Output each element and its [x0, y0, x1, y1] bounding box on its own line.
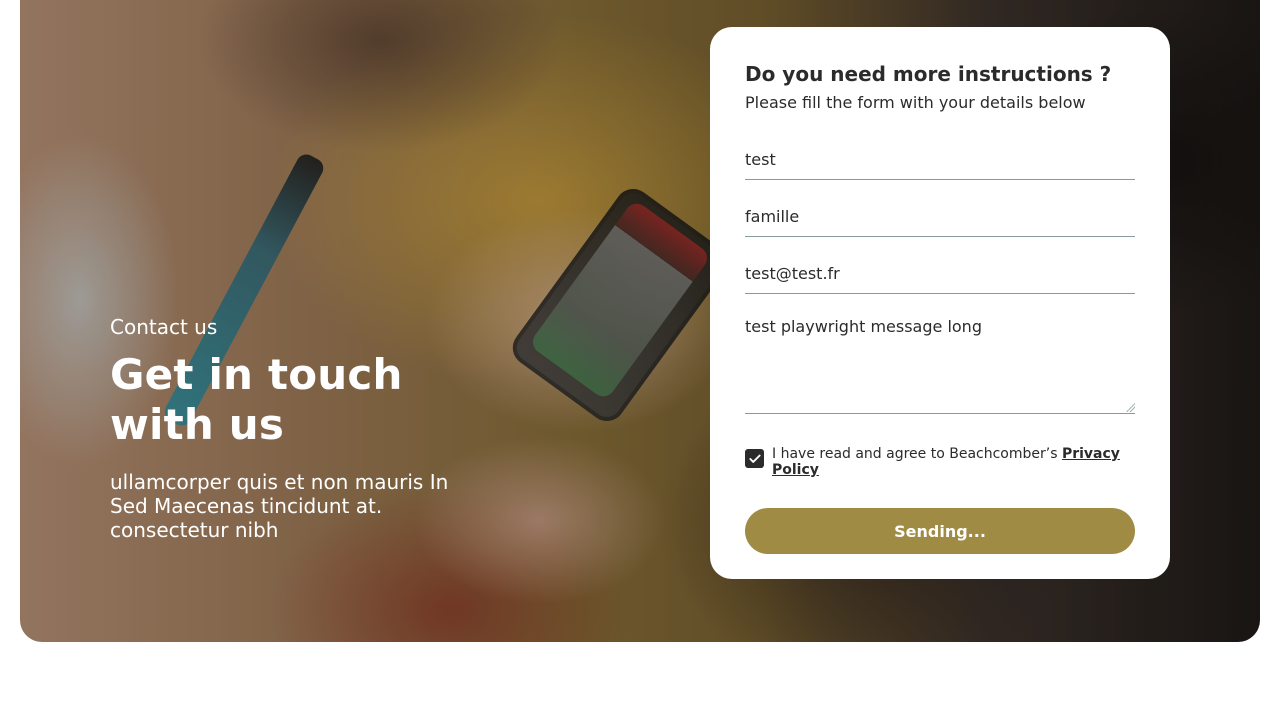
privacy-consent-prefix: I have read and agree to Beachcomber’s: [772, 446, 1062, 462]
hero-kicker: Contact us: [110, 315, 218, 339]
textarea-resize-grip-icon[interactable]: [1125, 402, 1135, 412]
form-title: Do you need more instructions ?: [745, 62, 1112, 86]
privacy-consent-row: I have read and agree to Beachcomber’s P…: [745, 446, 1135, 478]
check-icon: [748, 452, 762, 466]
contact-form-card: Do you need more instructions ? Please f…: [710, 27, 1170, 579]
last-name-field: [745, 196, 1135, 237]
privacy-consent-checkbox[interactable]: [745, 449, 764, 468]
message-textarea[interactable]: [745, 310, 1135, 413]
email-input[interactable]: [745, 253, 1135, 293]
hero-text: Contact us Get in touch with us ullamcor…: [110, 314, 500, 542]
last-name-input[interactable]: [745, 196, 1135, 236]
first-name-field: [745, 139, 1135, 180]
message-field: [745, 310, 1135, 414]
submit-button[interactable]: Sending...: [745, 508, 1135, 554]
email-field: [745, 253, 1135, 294]
form-subtitle: Please fill the form with your details b…: [745, 93, 1086, 112]
hero-section: Contact us Get in touch with us ullamcor…: [20, 0, 1260, 642]
privacy-consent-text: I have read and agree to Beachcomber’s P…: [772, 446, 1135, 478]
hero-body: ullamcorper quis et non mauris In Sed Ma…: [110, 470, 449, 542]
hero-headline: Get in touch with us: [110, 350, 403, 449]
first-name-input[interactable]: [745, 139, 1135, 179]
